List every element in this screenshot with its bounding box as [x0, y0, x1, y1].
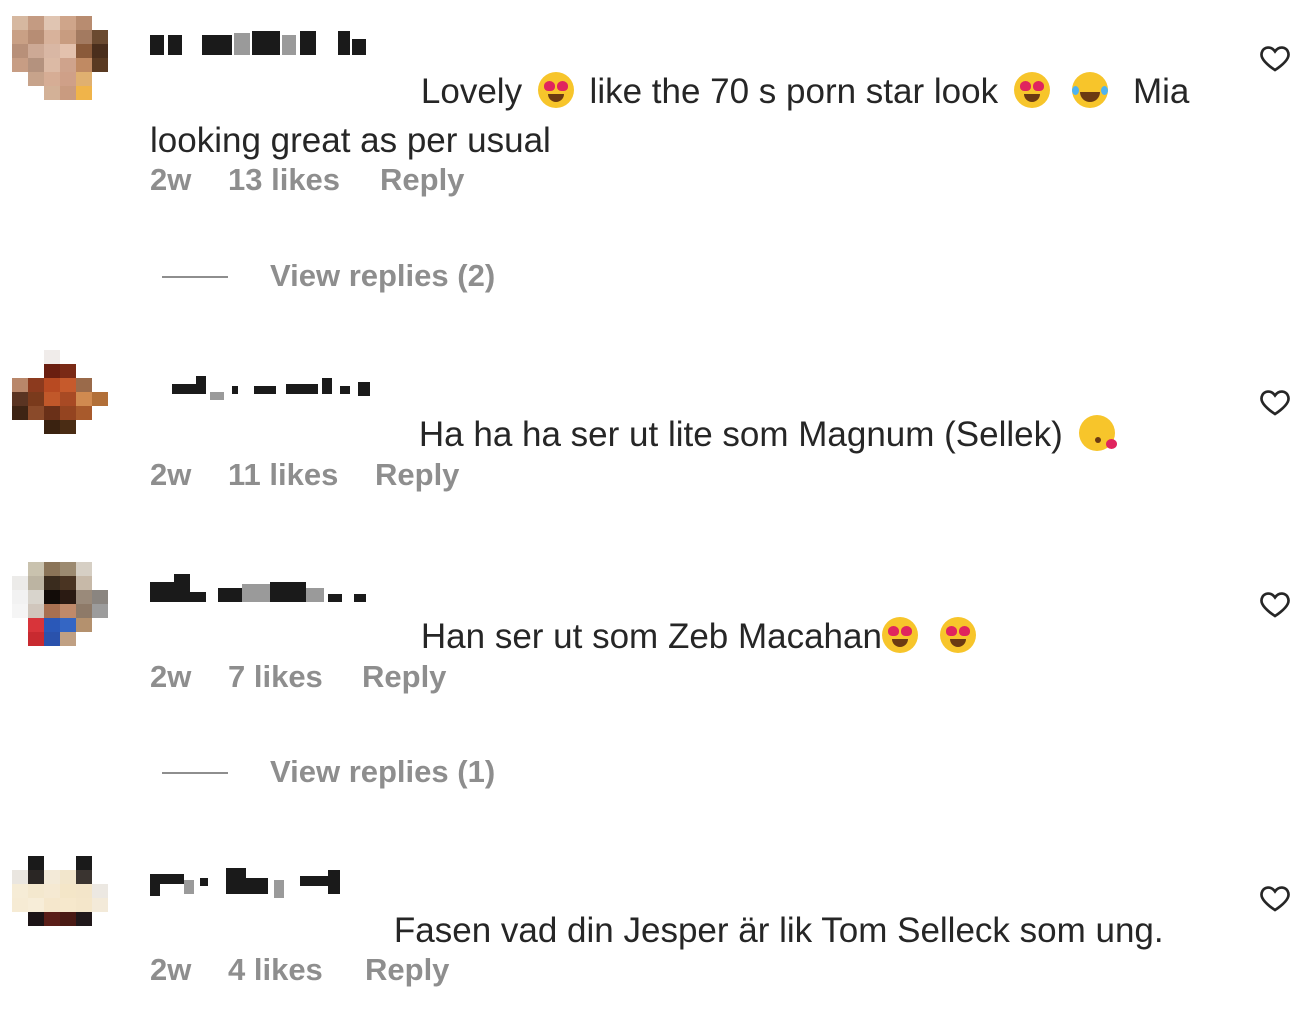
likes-count[interactable]: 4 likes: [228, 950, 323, 990]
view-replies-label[interactable]: View replies (1): [270, 752, 495, 792]
avatar[interactable]: [12, 856, 108, 940]
likes-count[interactable]: 13 likes: [228, 160, 340, 200]
kiss-emoji: [1078, 415, 1117, 451]
timestamp: 2w: [150, 659, 192, 694]
comment-meta: 2w 4 likes Reply: [150, 950, 550, 990]
heart-outline-icon[interactable]: [1258, 386, 1292, 418]
likes-count[interactable]: 11 likes: [228, 455, 338, 495]
view-replies-button[interactable]: View replies (2): [162, 256, 582, 296]
comment-meta: 2w 11 likes Reply: [150, 455, 550, 495]
reply-button[interactable]: Reply: [375, 455, 459, 495]
timestamp: 2w: [150, 952, 192, 987]
view-replies-button[interactable]: View replies (1): [162, 752, 582, 792]
username[interactable]: [150, 574, 370, 602]
laughing-emoji: [1071, 72, 1108, 108]
avatar[interactable]: [12, 350, 108, 434]
likes-count[interactable]: 7 likes: [228, 657, 323, 697]
view-replies-label[interactable]: View replies (2): [270, 256, 495, 296]
heart-outline-icon[interactable]: [1258, 42, 1292, 74]
divider-line: [162, 276, 228, 278]
heart-eyes-emoji: [881, 617, 918, 653]
timestamp: 2w: [150, 162, 192, 197]
reply-button[interactable]: Reply: [362, 657, 446, 697]
timestamp: 2w: [150, 457, 192, 492]
comment-meta: 2w 7 likes Reply: [150, 657, 550, 697]
username[interactable]: [172, 374, 372, 400]
heart-eyes-emoji: [1013, 72, 1050, 108]
reply-button[interactable]: Reply: [380, 160, 464, 200]
avatar[interactable]: [12, 562, 108, 646]
comment-meta: 2w 13 likes Reply: [150, 160, 550, 200]
username[interactable]: [150, 868, 346, 898]
heart-outline-icon[interactable]: [1258, 588, 1292, 620]
avatar[interactable]: [12, 16, 108, 100]
heart-eyes-emoji: [537, 72, 574, 108]
divider-line: [162, 772, 228, 774]
reply-button[interactable]: Reply: [365, 950, 449, 990]
heart-eyes-emoji: [939, 617, 976, 653]
heart-outline-icon[interactable]: [1258, 882, 1292, 914]
